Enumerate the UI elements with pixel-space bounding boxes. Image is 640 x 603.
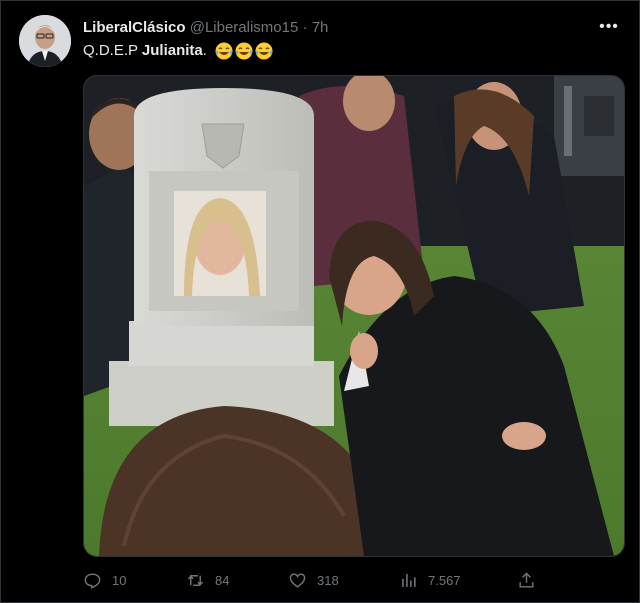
reply-button[interactable]: 10	[83, 567, 126, 593]
face-with-tears-of-joy-emoji	[235, 42, 253, 60]
like-button[interactable]: 318	[288, 567, 339, 593]
share-icon	[519, 571, 534, 588]
separator-dot: ·	[302, 19, 308, 36]
reply-count: 10	[112, 572, 127, 588]
retweet-icon	[187, 574, 204, 586]
retweet-count: 84	[215, 572, 230, 588]
share-button[interactable]	[517, 567, 546, 593]
views-button[interactable]: 7.567	[399, 567, 461, 593]
tweet-text-prefix: Q.D.E.P	[83, 42, 142, 59]
face-with-tears-of-joy-emoji	[255, 42, 273, 60]
like-count: 318	[317, 572, 339, 588]
views-count: 7.567	[428, 572, 461, 588]
heart-icon	[289, 572, 306, 588]
emoji-group	[215, 42, 273, 60]
more-options-button[interactable]: •••	[597, 15, 621, 39]
display-name[interactable]: LiberalClásico	[83, 19, 186, 36]
tweet-card[interactable]: LiberalClásico @Liberalismo15 · 7h ••• Q…	[0, 0, 640, 603]
tweet-text-suffix: .	[202, 42, 207, 59]
timestamp[interactable]: 7h	[312, 19, 329, 36]
tweet-header: LiberalClásico @Liberalismo15 · 7h	[83, 18, 328, 38]
more-horizontal-icon: •••	[599, 18, 619, 35]
face-with-tears-of-joy-emoji	[215, 42, 233, 60]
retweet-button[interactable]: 84	[186, 567, 229, 593]
tweet-media-image[interactable]	[83, 75, 625, 557]
tweet-text: Q.D.E.P Julianita.	[83, 41, 273, 61]
tweet-actions: 10 84 318 7.567	[83, 567, 543, 593]
avatar[interactable]	[19, 15, 71, 67]
reply-icon	[84, 572, 101, 589]
tweet-text-bold: Julianita	[141, 42, 203, 59]
user-handle[interactable]: @Liberalismo15	[190, 19, 299, 36]
analytics-icon	[402, 573, 416, 587]
